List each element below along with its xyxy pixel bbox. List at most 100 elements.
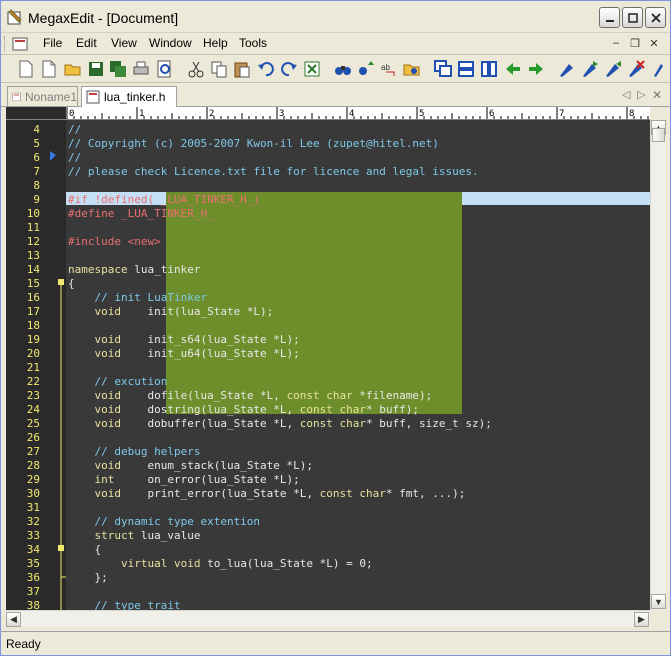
menu-window[interactable]: Window: [147, 36, 194, 50]
code-line: void print_error(lua_State *L, const cha…: [68, 487, 465, 500]
tab-label: Noname1: [24, 89, 77, 104]
text-file-icon: [86, 90, 100, 104]
replace-icon[interactable]: ab: [380, 60, 398, 78]
toggle-bookmark-icon[interactable]: [558, 60, 576, 78]
code-token: //: [68, 123, 82, 136]
vertical-scroll-thumb[interactable]: [652, 128, 665, 142]
arrow-right-icon[interactable]: [527, 60, 545, 78]
code-token: * fmt, ...);: [385, 487, 466, 500]
clear-bookmarks-icon[interactable]: [627, 60, 645, 78]
code-token: void: [68, 347, 121, 360]
paste-icon[interactable]: [233, 60, 251, 78]
mdi-restore-icon[interactable]: ❐: [627, 37, 643, 51]
copy-icon[interactable]: [210, 60, 228, 78]
menu-tools[interactable]: Tools: [237, 36, 269, 50]
tab-scroll-left-icon[interactable]: ◁: [622, 88, 630, 101]
ruler-label: 2: [209, 109, 214, 119]
ruler-label: 8: [629, 109, 634, 119]
code-line: // type trait: [68, 599, 180, 610]
code-editor[interactable]: 4 // 5 // Copyright (c) 2005-2007 Kwon-il L…: [6, 120, 650, 610]
menu-edit[interactable]: Edit: [74, 36, 99, 50]
tile-horizontal-icon[interactable]: [457, 60, 475, 78]
status-text: Ready: [6, 637, 41, 651]
menu-help[interactable]: Help: [201, 36, 230, 50]
code-token: // dynamic type extention: [68, 515, 261, 528]
scroll-right-button[interactable]: ▶: [634, 612, 649, 627]
tab-noname1[interactable]: Noname1: [7, 86, 78, 106]
code-token: int: [68, 473, 115, 486]
code-line: void enum_stack(lua_State *L);: [68, 459, 313, 472]
code-token: const char: [286, 389, 353, 402]
save-icon[interactable]: [87, 60, 105, 78]
window-title: MegaxEdit - [Document]: [28, 10, 179, 26]
arrow-left-icon[interactable]: [504, 60, 522, 78]
menu-grip[interactable]: [4, 36, 7, 52]
new-file-icon[interactable]: [17, 60, 35, 78]
code-token: lua_value: [134, 529, 201, 542]
code-line: // Copyright (c) 2005-2007 Kwon-il Lee (…: [68, 137, 439, 150]
document-icon[interactable]: [12, 36, 28, 52]
cut-icon[interactable]: [187, 60, 205, 78]
spreadsheet-icon[interactable]: [303, 60, 321, 78]
code-line: #if !defined( _LUA_TINKER_H_): [68, 193, 260, 206]
tab-close-icon[interactable]: ✕: [652, 88, 662, 102]
line-number: 8: [33, 179, 40, 192]
find-next-icon[interactable]: [357, 60, 375, 78]
redo-icon[interactable]: [280, 60, 298, 78]
code-line: void dofile(lua_State *L, const char *fi…: [68, 389, 432, 402]
new-document-icon[interactable]: [40, 60, 58, 78]
vertical-scrollbar[interactable]: ▲ ▼: [650, 120, 666, 610]
save-all-icon[interactable]: [109, 60, 127, 78]
line-number: 4: [33, 123, 40, 136]
line-number: 32: [26, 515, 40, 528]
line-number: 30: [26, 487, 40, 500]
line-number: 18: [26, 319, 40, 332]
find-in-files-icon[interactable]: [403, 60, 421, 78]
line-number: 14: [26, 263, 40, 276]
mdi-minimize-icon[interactable]: –: [608, 37, 624, 51]
scroll-left-button[interactable]: ◀: [6, 612, 21, 627]
find-icon[interactable]: [334, 60, 352, 78]
tile-vertical-icon[interactable]: [480, 60, 498, 78]
code-token: // init LuaTinker: [68, 291, 208, 304]
previous-bookmark-icon[interactable]: [604, 60, 622, 78]
next-bookmark-icon[interactable]: [581, 60, 599, 78]
close-button[interactable]: [645, 7, 666, 28]
code-line: void init_u64(lua_State *L);: [68, 347, 299, 360]
horizontal-scrollbar[interactable]: ◀ ▶: [6, 610, 650, 627]
line-number: 9: [33, 193, 40, 206]
line-number: 7: [33, 165, 40, 178]
code-line: {: [68, 277, 75, 290]
ruler-label: 7: [559, 109, 564, 119]
code-token: namespace: [68, 263, 128, 276]
code-token: {: [68, 543, 102, 556]
bookmark-marker-icon[interactable]: [50, 151, 56, 161]
code-line: void init(lua_State *L);: [68, 305, 273, 318]
open-folder-icon[interactable]: [64, 60, 82, 78]
maximize-button[interactable]: [622, 7, 643, 28]
line-number: 33: [26, 529, 40, 542]
code-token: //: [68, 151, 82, 164]
menu-view[interactable]: View: [109, 36, 139, 50]
menu-file[interactable]: File: [41, 36, 64, 50]
print-preview-icon[interactable]: [156, 60, 174, 78]
fold-marker-struct[interactable]: [58, 545, 64, 551]
mdi-close-icon[interactable]: ✕: [646, 37, 662, 51]
code-token: // please check Licence.txt file for lic…: [68, 165, 479, 178]
code-token: on_error(lua_State *L);: [114, 473, 300, 486]
code-line: struct lua_value: [68, 529, 200, 542]
code-token: const char: [319, 487, 386, 500]
tab-scroll-right-icon[interactable]: ▷: [637, 88, 645, 101]
undo-icon[interactable]: [257, 60, 275, 78]
block-selection: [166, 192, 462, 414]
toolbar-overflow-icon[interactable]: [652, 60, 664, 78]
minimize-button[interactable]: [599, 7, 620, 28]
scroll-down-button[interactable]: ▼: [651, 594, 666, 609]
code-token: void: [68, 459, 121, 472]
print-icon[interactable]: [132, 60, 150, 78]
title-bar[interactable]: MegaxEdit - [Document]: [1, 1, 670, 33]
fold-marker-namespace[interactable]: [58, 279, 64, 285]
tab-lua-tinker[interactable]: lua_tinker.h: [81, 86, 177, 107]
cascade-windows-icon[interactable]: [434, 60, 452, 78]
status-bar: Ready: [1, 631, 670, 655]
